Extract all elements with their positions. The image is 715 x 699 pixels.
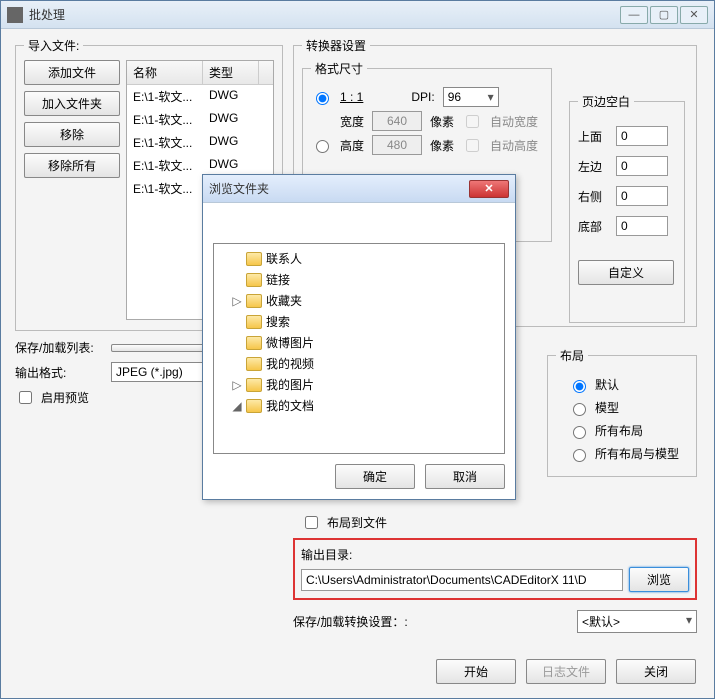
dialog-ok-button[interactable]: 确定 [335, 464, 415, 489]
auto-width-checkbox [466, 115, 479, 128]
remove-all-button[interactable]: 移除所有 [24, 153, 120, 178]
enable-preview-label: 启用预览 [41, 389, 89, 406]
px-label: 像素 [430, 113, 454, 130]
enable-preview-checkbox[interactable] [19, 391, 32, 404]
height-label: 高度 [340, 137, 364, 154]
left-label: 左边 [578, 158, 606, 175]
px-label: 像素 [430, 137, 454, 154]
ratio-1-1-label: 1 : 1 [340, 90, 363, 104]
tree-item: ◢我的文档 [220, 395, 498, 416]
custom-button[interactable]: 自定义 [578, 260, 674, 285]
page-blank-group: 页边空白 上面 左边 右侧 底部 自定义 [569, 93, 685, 323]
output-dir-input[interactable] [301, 569, 623, 591]
folder-icon [246, 336, 262, 350]
width-input [372, 111, 422, 131]
format-size-legend: 格式尺寸 [311, 60, 367, 77]
folder-icon [246, 315, 262, 329]
layout-group: 布局 默认 模型 所有布局 所有布局与模型 [547, 347, 697, 477]
bottom-input[interactable] [616, 216, 668, 236]
width-label: 宽度 [340, 113, 364, 130]
top-label: 上面 [578, 128, 606, 145]
tree-item: 微博图片 [220, 332, 498, 353]
top-input[interactable] [616, 126, 668, 146]
auto-width-label: 自动宽度 [490, 113, 538, 130]
converter-legend: 转换器设置 [302, 37, 370, 54]
output-dir-label: 输出目录: [301, 546, 689, 563]
folder-tree[interactable]: 联系人 链接 ▷收藏夹 搜索 微博图片 我的视频 ▷我的图片 ◢我的文档 [213, 243, 505, 454]
output-dir-group: 输出目录: 浏览 [293, 538, 697, 600]
col-name-header[interactable]: 名称 [127, 61, 203, 84]
tree-item: 链接 [220, 269, 498, 290]
right-input[interactable] [616, 186, 668, 206]
app-icon [7, 7, 23, 23]
folder-icon [246, 399, 262, 413]
close-button[interactable]: ✕ [680, 6, 708, 24]
dialog-close-button[interactable]: ✕ [469, 180, 509, 198]
log-file-button[interactable]: 日志文件 [526, 659, 606, 684]
add-folder-button[interactable]: 加入文件夹 [24, 91, 120, 116]
start-button[interactable]: 开始 [436, 659, 516, 684]
close-button-bottom[interactable]: 关闭 [616, 659, 696, 684]
auto-height-checkbox [466, 139, 479, 152]
layout-to-file-label: 布局到文件 [327, 514, 387, 531]
table-row: E:\1-软文...DWG [127, 131, 273, 154]
layout-all-model-radio[interactable] [573, 449, 586, 462]
window-title: 批处理 [29, 6, 620, 23]
tree-item: 搜索 [220, 311, 498, 332]
tree-item: ▷收藏夹 [220, 290, 498, 311]
page-blank-legend: 页边空白 [578, 93, 634, 110]
tree-item: 联系人 [220, 248, 498, 269]
col-type-header[interactable]: 类型 [203, 61, 259, 84]
browse-button[interactable]: 浏览 [629, 567, 689, 592]
right-label: 右侧 [578, 188, 606, 205]
save-load-conv-select[interactable]: <默认> [577, 610, 697, 633]
bottom-label: 底部 [578, 218, 606, 235]
dpi-label: DPI: [411, 90, 434, 104]
browse-folder-dialog: 浏览文件夹 ✕ 联系人 链接 ▷收藏夹 搜索 微博图片 我的视频 ▷我的图片 ◢… [202, 174, 516, 500]
table-row: E:\1-软文...DWG [127, 108, 273, 131]
dialog-title: 浏览文件夹 [209, 180, 469, 197]
layout-default-radio[interactable] [573, 380, 586, 393]
titlebar[interactable]: 批处理 — ▢ ✕ [1, 1, 714, 29]
maximize-button[interactable]: ▢ [650, 6, 678, 24]
tree-item: ▷我的图片 [220, 374, 498, 395]
dialog-cancel-button[interactable]: 取消 [425, 464, 505, 489]
height-input [372, 135, 422, 155]
folder-icon [246, 294, 262, 308]
layout-all-radio[interactable] [573, 426, 586, 439]
save-load-conv-label: 保存/加载转换设置：: [293, 613, 433, 630]
layout-legend: 布局 [556, 347, 588, 364]
folder-icon [246, 378, 262, 392]
custom-size-radio2[interactable] [316, 140, 329, 153]
table-row: E:\1-软文...DWG [127, 85, 273, 108]
dpi-select[interactable]: 96 [443, 87, 499, 107]
tree-item: 我的视频 [220, 353, 498, 374]
minimize-button[interactable]: — [620, 6, 648, 24]
auto-height-label: 自动高度 [490, 137, 538, 154]
ratio-1-1-radio[interactable] [316, 92, 329, 105]
add-file-button[interactable]: 添加文件 [24, 60, 120, 85]
layout-to-file-checkbox[interactable] [305, 516, 318, 529]
output-format-label: 输出格式: [15, 364, 105, 381]
dialog-titlebar[interactable]: 浏览文件夹 ✕ [203, 175, 515, 203]
import-files-legend: 导入文件: [24, 37, 83, 54]
folder-icon [246, 252, 262, 266]
remove-button[interactable]: 移除 [24, 122, 120, 147]
folder-icon [246, 357, 262, 371]
folder-icon [246, 273, 262, 287]
left-input[interactable] [616, 156, 668, 176]
layout-model-radio[interactable] [573, 403, 586, 416]
save-load-list-label: 保存/加载列表: [15, 339, 105, 356]
